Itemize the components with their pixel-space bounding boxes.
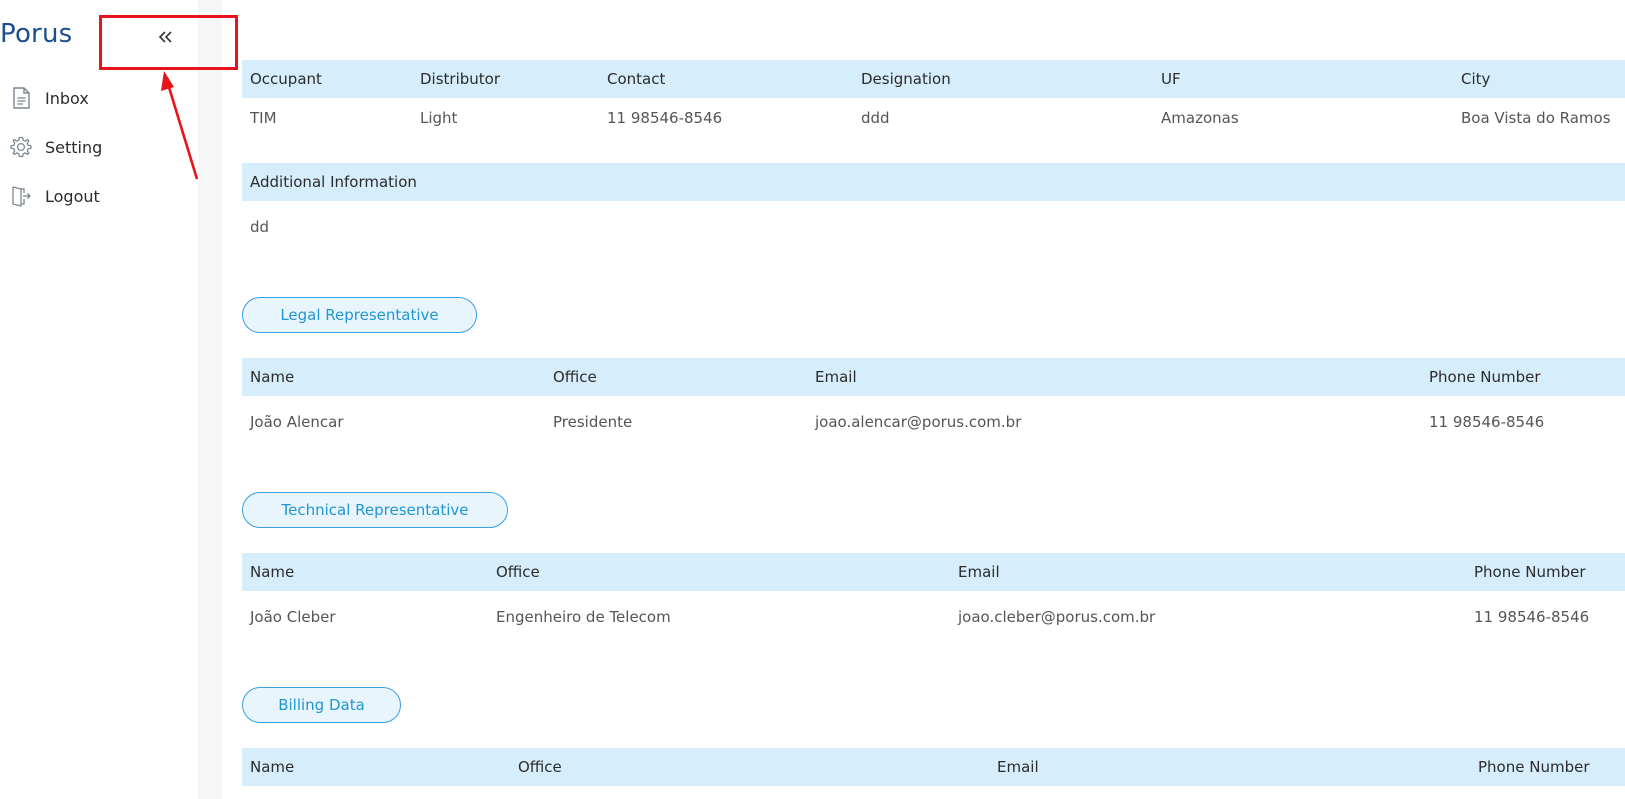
table-row: João Cleber Engenheiro de Telecom joao.c…	[242, 598, 1625, 636]
column-header-name: Name	[250, 758, 295, 776]
column-header-uf: UF	[1161, 70, 1181, 88]
column-header-email: Email	[815, 368, 857, 386]
sidebar-item-logout[interactable]: Logout	[8, 181, 100, 211]
sidebar-item-label: Inbox	[45, 88, 89, 108]
logout-icon	[8, 183, 34, 209]
section-legal-representative[interactable]: Legal Representative	[242, 297, 477, 333]
additional-info-header: Additional Information	[242, 163, 1625, 201]
sidebar-item-label: Logout	[45, 186, 100, 206]
column-header-name: Name	[250, 563, 295, 581]
cell-designation: ddd	[861, 109, 890, 127]
occupant-table-header: Occupant Distributor Contact Designation…	[242, 60, 1625, 98]
cell-office: Presidente	[553, 413, 633, 431]
table-row: João Alencar Presidente joao.alencar@por…	[242, 403, 1625, 441]
cell-name: João Alencar	[250, 413, 344, 431]
column-header-email: Email	[958, 563, 1000, 581]
table-row: TIM Light 11 98546-8546 ddd Amazonas Boa…	[242, 99, 1625, 137]
section-billing-data[interactable]: Billing Data	[242, 687, 401, 723]
sidebar-divider	[198, 0, 222, 799]
cell-email: joao.cleber@porus.com.br	[958, 608, 1156, 626]
column-header-office: Office	[496, 563, 540, 581]
gear-icon	[8, 134, 34, 160]
column-header-office: Office	[553, 368, 597, 386]
column-header-office: Office	[518, 758, 562, 776]
cell-contact: 11 98546-8546	[607, 109, 723, 127]
column-header-distributor: Distributor	[420, 70, 501, 88]
annotation-highlight-box	[99, 15, 238, 70]
sidebar: Porus Inbox Setting Logout	[0, 0, 198, 799]
column-header-contact: Contact	[607, 70, 666, 88]
column-header-phone: Phone Number	[1474, 563, 1586, 581]
billing-table-header: Name Office Email Phone Number	[242, 748, 1625, 786]
cell-email: joao.alencar@porus.com.br	[815, 413, 1022, 431]
column-header-email: Email	[997, 758, 1039, 776]
column-header-city: City	[1461, 70, 1491, 88]
cell-occupant: TIM	[250, 109, 277, 127]
cell-phone: 11 98546-8546	[1429, 413, 1545, 431]
cell-city: Boa Vista do Ramos	[1461, 109, 1611, 127]
sidebar-item-setting[interactable]: Setting	[8, 132, 102, 162]
main-content: Occupant Distributor Contact Designation…	[242, 0, 1625, 799]
cell-distributor: Light	[420, 109, 458, 127]
column-header-designation: Designation	[861, 70, 951, 88]
sidebar-item-inbox[interactable]: Inbox	[8, 83, 89, 113]
cell-phone: 11 98546-8546	[1474, 608, 1590, 626]
cell-name: João Cleber	[250, 608, 336, 626]
cell-uf: Amazonas	[1161, 109, 1239, 127]
column-header-name: Name	[250, 368, 295, 386]
legal-rep-table-header: Name Office Email Phone Number	[242, 358, 1625, 396]
column-header-additional-info: Additional Information	[250, 173, 417, 191]
sidebar-item-label: Setting	[45, 137, 103, 157]
section-technical-representative[interactable]: Technical Representative	[242, 492, 508, 528]
brand-logo: Porus	[0, 19, 73, 49]
column-header-occupant: Occupant	[250, 70, 322, 88]
cell-additional-info: dd	[250, 218, 270, 236]
cell-office: Engenheiro de Telecom	[496, 608, 671, 626]
column-header-phone: Phone Number	[1429, 368, 1541, 386]
table-row: dd	[242, 208, 1625, 246]
document-icon	[8, 85, 34, 111]
technical-rep-table-header: Name Office Email Phone Number	[242, 553, 1625, 591]
column-header-phone: Phone Number	[1478, 758, 1590, 776]
